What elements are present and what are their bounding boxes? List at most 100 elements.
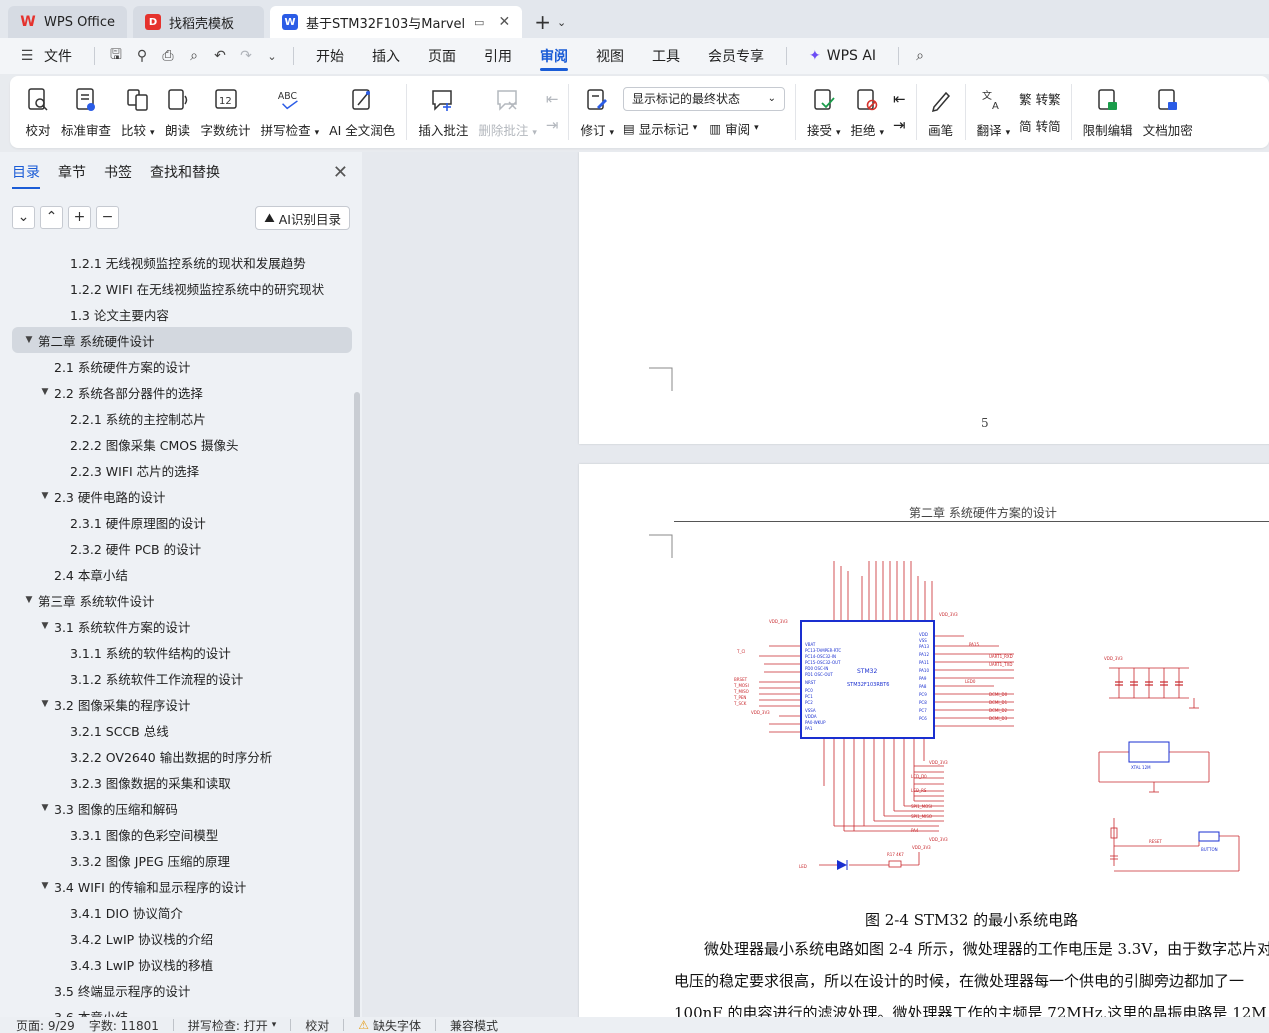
chevron-down-icon[interactable]: ⌄ xyxy=(557,6,566,38)
chevron-up-icon[interactable]: ⌃ xyxy=(40,205,63,229)
expand-caret-icon[interactable]: ▼ xyxy=(22,335,36,345)
to-simplified-button[interactable]: 简转简 xyxy=(1019,116,1061,135)
new-tab-icon[interactable]: + xyxy=(534,6,551,38)
toc-item[interactable]: 1.2.1 无线视频监控系统的现状和发展趋势 xyxy=(0,249,362,275)
review-pane-button[interactable]: ▥ 审阅 ▾ xyxy=(709,119,758,138)
close-icon[interactable]: ✕ xyxy=(498,14,510,30)
minus-icon[interactable]: − xyxy=(96,205,119,229)
toc-item[interactable]: ▼ 3.1 系统软件方案的设计 xyxy=(0,613,362,639)
toc-item[interactable]: 3.6 本章小结 xyxy=(0,1003,362,1018)
status-missing-font[interactable]: ⚠ 缺失字体 xyxy=(358,1017,421,1033)
expand-caret-icon[interactable]: ▼ xyxy=(38,881,52,891)
expand-caret-icon[interactable]: ▼ xyxy=(38,621,52,631)
toc-item[interactable]: 3.5 终端显示程序的设计 xyxy=(0,977,362,1003)
translate-button[interactable]: 文A 翻译 ▾ xyxy=(972,80,1016,144)
expand-caret-icon[interactable]: ▼ xyxy=(38,803,52,813)
next-comment-icon[interactable]: ⇥ xyxy=(546,116,559,134)
save-icon[interactable]: 🖫 xyxy=(103,43,129,69)
toc-item[interactable]: 3.3.2 图像 JPEG 压缩的原理 xyxy=(0,847,362,873)
compare-button[interactable]: 比较 ▾ xyxy=(116,80,160,144)
menu-tools[interactable]: 工具 xyxy=(638,38,694,74)
toc-item[interactable]: 3.1.2 系统软件工作流程的设计 xyxy=(0,665,362,691)
toc-item[interactable]: ▼ 3.3 图像的压缩和解码 xyxy=(0,795,362,821)
menu-review[interactable]: 审阅 xyxy=(526,38,582,74)
markup-state-dropdown[interactable]: 显示标记的最终状态 ⌄ xyxy=(622,86,785,111)
menu-file[interactable]: 文件 xyxy=(40,38,86,74)
show-markup-button[interactable]: ▤ 显示标记 ▾ xyxy=(623,119,697,138)
to-traditional-button[interactable]: 繁转繁 xyxy=(1019,89,1061,108)
previous-comment-icon[interactable]: ⇤ xyxy=(546,90,559,108)
toc-item[interactable]: 1.2.2 WIFI 在无线视频监控系统中的研究现状 xyxy=(0,275,362,301)
undo-icon[interactable]: ↶ xyxy=(207,43,233,69)
reject-button[interactable]: 拒绝 ▾ xyxy=(846,80,890,144)
status-spell-check[interactable]: 拼写检查: 打开 ▾ xyxy=(188,1017,276,1033)
toc-item[interactable]: 3.3.1 图像的色彩空间模型 xyxy=(0,821,362,847)
toc-item[interactable]: ▼ 2.3 硬件电路的设计 xyxy=(0,483,362,509)
ai-toc-button[interactable]: ⛰ AI识别目录 xyxy=(255,206,350,230)
expand-caret-icon[interactable]: ▼ xyxy=(38,387,52,397)
tab-wps-office[interactable]: W WPS Office xyxy=(8,6,128,38)
toc-item[interactable]: 2.3.2 硬件 PCB 的设计 xyxy=(0,535,362,561)
window-icon[interactable]: ▭ xyxy=(474,16,484,29)
redo-icon[interactable]: ↷ xyxy=(233,43,259,69)
toc-item[interactable]: 3.4.2 LwIP 协议栈的介绍 xyxy=(0,925,362,951)
tab-sections[interactable]: 章节 xyxy=(58,162,86,186)
delete-comment-button[interactable]: 删除批注 ▾ xyxy=(473,80,542,144)
menu-wps-ai[interactable]: ✦ WPS AI xyxy=(795,38,890,74)
menu-page[interactable]: 页面 xyxy=(414,38,470,74)
chevron-down-icon[interactable]: ⌄ xyxy=(12,205,35,229)
proofread-button[interactable]: 校对 xyxy=(20,80,56,144)
toc-item[interactable]: ▼ 3.2 图像采集的程序设计 xyxy=(0,691,362,717)
share-icon[interactable]: ⚲ xyxy=(129,43,155,69)
toc-item[interactable]: 2.2.1 系统的主控制芯片 xyxy=(0,405,362,431)
expand-caret-icon[interactable]: ▼ xyxy=(38,491,52,501)
toc-item[interactable]: ▼ 第三章 系统软件设计 xyxy=(0,587,362,613)
toc-item[interactable]: 2.3.1 硬件原理图的设计 xyxy=(0,509,362,535)
expand-caret-icon[interactable]: ▼ xyxy=(22,595,36,605)
toc-scrollbar[interactable] xyxy=(354,392,360,1028)
tab-toc[interactable]: 目录 xyxy=(12,162,40,189)
close-icon[interactable]: ✕ xyxy=(333,162,348,183)
print-icon[interactable]: ⎙ xyxy=(155,43,181,69)
toc-item[interactable]: 2.1 系统硬件方案的设计 xyxy=(0,353,362,379)
menu-home[interactable]: 开始 xyxy=(302,38,358,74)
read-aloud-button[interactable]: 朗读 xyxy=(160,80,196,144)
toc-item[interactable]: 2.2.2 图像采集 CMOS 摄像头 xyxy=(0,431,362,457)
tab-document[interactable]: W 基于STM32F103与Marvell8 ▭ ✕ xyxy=(270,6,523,38)
document-encrypt-button[interactable]: 文档加密 xyxy=(1138,80,1198,144)
status-proofread[interactable]: 校对 xyxy=(305,1017,329,1033)
menu-references[interactable]: 引用 xyxy=(470,38,526,74)
status-words[interactable]: 字数: 11801 xyxy=(89,1017,159,1033)
toc-item[interactable]: 2.2.3 WIFI 芯片的选择 xyxy=(0,457,362,483)
chevron-down-icon[interactable]: ⌄ xyxy=(259,43,285,69)
tab-bookmarks[interactable]: 书签 xyxy=(104,162,132,186)
print-preview-icon[interactable]: ⌕ xyxy=(181,43,207,69)
hamburger-icon[interactable]: ☰ xyxy=(14,43,40,69)
pen-button[interactable]: 画笔 xyxy=(923,80,959,144)
tab-docer[interactable]: D 找稻壳模板 xyxy=(133,6,265,38)
word-count-button[interactable]: 12 字数统计 xyxy=(196,80,256,144)
toc-item[interactable]: 3.2.3 图像数据的采集和读取 xyxy=(0,769,362,795)
status-page[interactable]: 页面: 9/29 xyxy=(16,1017,75,1033)
spell-check-button[interactable]: ABC 拼写检查 ▾ xyxy=(256,80,325,144)
menu-insert[interactable]: 插入 xyxy=(358,38,414,74)
toc-item[interactable]: 3.4.3 LwIP 协议栈的移植 xyxy=(0,951,362,977)
ai-polish-button[interactable]: AI 全文润色 xyxy=(324,80,400,144)
next-change-icon[interactable]: ⇥ xyxy=(893,116,906,134)
standard-review-button[interactable]: 标准审查 xyxy=(56,80,116,144)
previous-change-icon[interactable]: ⇤ xyxy=(893,90,906,108)
accept-button[interactable]: 接受 ▾ xyxy=(802,80,846,144)
tab-find-replace[interactable]: 查找和替换 xyxy=(150,162,220,186)
search-icon[interactable]: ⌕ xyxy=(907,43,933,69)
toc-item[interactable]: 3.2.2 OV2640 输出数据的时序分析 xyxy=(0,743,362,769)
toc-item[interactable]: 3.1.1 系统的软件结构的设计 xyxy=(0,639,362,665)
insert-comment-button[interactable]: 插入批注 xyxy=(413,80,473,144)
menu-view[interactable]: 视图 xyxy=(582,38,638,74)
toc-item[interactable]: 3.4.1 DIO 协议简介 xyxy=(0,899,362,925)
plus-icon[interactable]: + xyxy=(68,205,91,229)
expand-caret-icon[interactable]: ▼ xyxy=(38,699,52,709)
toc-item[interactable]: 1.3 论文主要内容 xyxy=(0,301,362,327)
track-changes-button[interactable]: 修订 ▾ xyxy=(575,80,619,144)
toc-item[interactable]: 3.2.1 SCCB 总线 xyxy=(0,717,362,743)
menu-membership[interactable]: 会员专享 xyxy=(694,38,778,74)
